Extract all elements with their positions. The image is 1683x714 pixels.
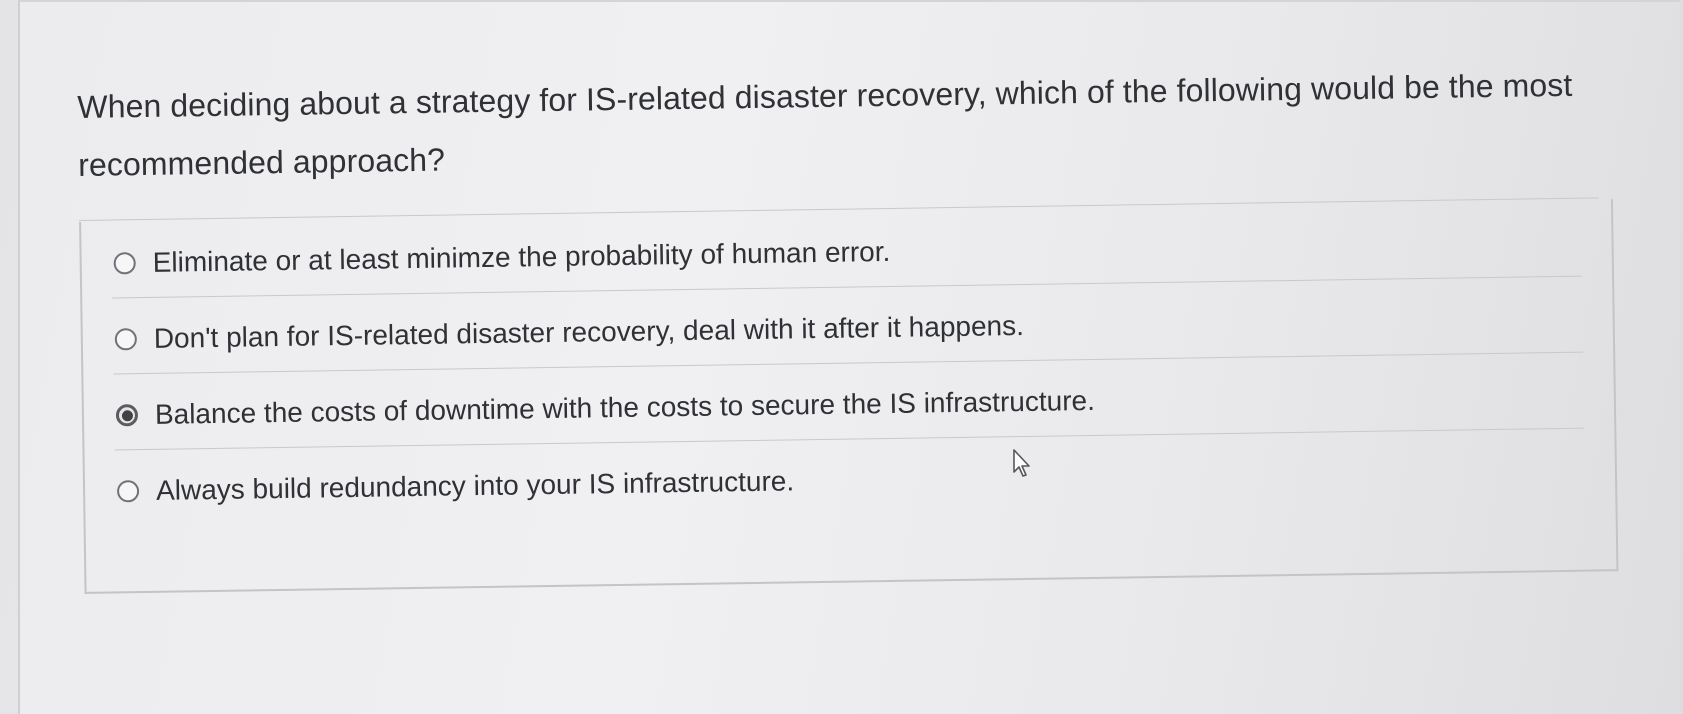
question-card: When deciding about a strategy for IS-re…: [76, 0, 1625, 614]
radio-button-icon[interactable]: [113, 252, 136, 275]
answer-option-label: Eliminate or at least minimze the probab…: [152, 235, 891, 278]
radio-button-icon[interactable]: [114, 328, 137, 351]
answer-option-label: Balance the costs of downtime with the c…: [154, 384, 1096, 430]
answer-option-1[interactable]: Eliminate or at least minimze the probab…: [113, 232, 891, 284]
answer-option-label: Always build redundancy into your IS inf…: [155, 465, 795, 506]
answer-option-4[interactable]: Always build redundancy into your IS inf…: [116, 461, 795, 511]
radio-dot: [121, 409, 133, 421]
radio-button-icon[interactable]: [115, 404, 139, 427]
answer-option-label: Don't plan for IS-related disaster recov…: [153, 309, 1025, 354]
question-text: When deciding about a strategy for IS-re…: [77, 66, 1573, 183]
mouse-pointer-icon: [1013, 449, 1030, 477]
answer-option-2[interactable]: Don't plan for IS-related disaster recov…: [114, 306, 1025, 359]
radio-button-icon[interactable]: [116, 480, 140, 503]
answers-box: Eliminate or at least minimze the probab…: [79, 199, 1619, 594]
answer-option-3[interactable]: Balance the costs of downtime with the c…: [115, 381, 1096, 436]
